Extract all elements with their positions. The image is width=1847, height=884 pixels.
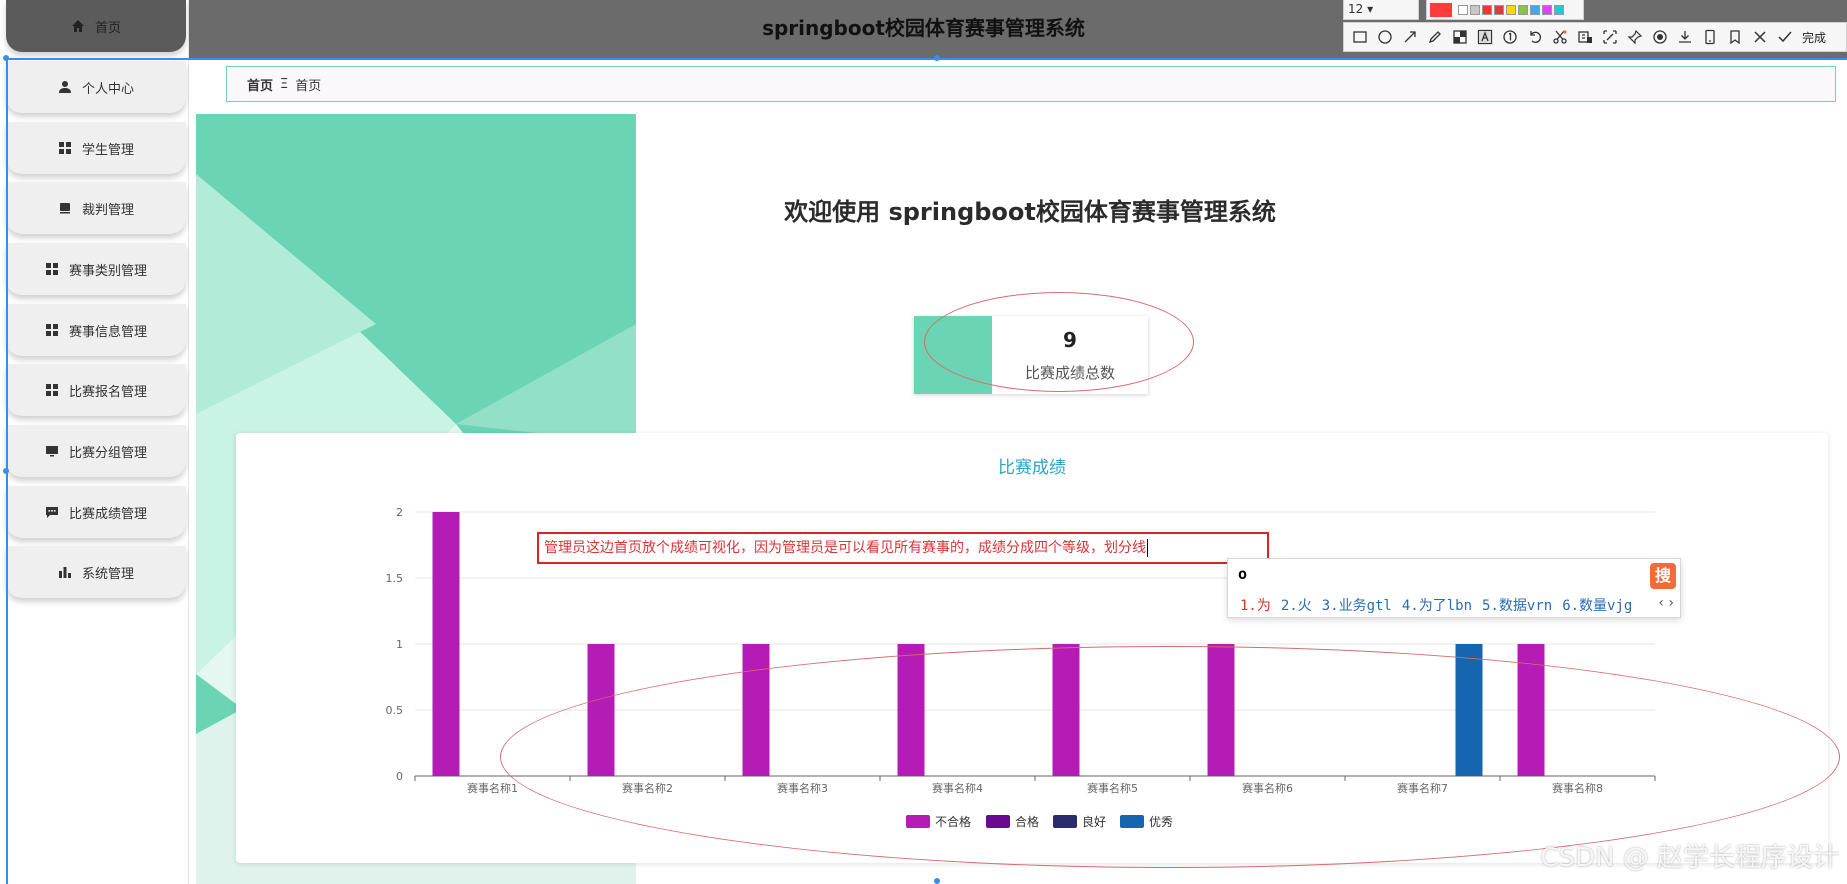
selection-handle[interactable] [934,878,940,884]
color-swatch[interactable] [1506,4,1516,15]
annotation-text: 管理员这边首页放个成绩可视化，因为管理员是可以看见所有赛事的，成绩分成四个等级，… [544,540,1146,556]
y-tick-label: 0.5 [386,704,404,717]
ime-candidates: 1.为 2.火 3.业务gtl 4.为了lbn 5.数据vrn 6.数量vjg [1240,595,1642,615]
ime-candidate[interactable]: 6.数量vjg [1562,598,1632,614]
check-icon[interactable] [1777,29,1793,45]
rect-icon[interactable] [1352,29,1368,45]
undo-icon[interactable] [1527,29,1543,45]
y-tick-label: 1 [396,638,403,651]
pin-icon[interactable] [1627,29,1643,45]
magic-icon[interactable] [1602,29,1618,45]
y-tick-label: 2 [396,506,403,519]
color-swatch[interactable] [1530,4,1540,15]
annotation-text-box[interactable]: 管理员这边首页放个成绩可视化，因为管理员是可以看见所有赛事的，成绩分成四个等级，… [537,532,1269,564]
color-swatch[interactable] [1482,4,1492,15]
pen-icon[interactable] [1427,29,1443,45]
ime-candidate[interactable]: 4.为了lbn [1402,598,1472,614]
scissors-icon[interactable] [1552,29,1568,45]
text-icon[interactable] [1477,29,1493,45]
text-caret [1147,539,1148,557]
selection-handle[interactable] [934,55,940,61]
ime-logo-icon[interactable]: 搜 [1650,563,1676,589]
color-swatch[interactable] [1542,4,1552,15]
selection-handle[interactable] [3,55,9,61]
selection-handle[interactable] [3,468,9,474]
mosaic-icon[interactable] [1452,29,1468,45]
confirm-button[interactable]: 完成 [1802,29,1826,46]
y-tick-label: 1.5 [386,572,404,585]
cancel-icon[interactable] [1752,29,1768,45]
screenshot-toolbar: 完成 [1343,22,1847,52]
phone-icon[interactable] [1702,29,1718,45]
bookmark-icon[interactable] [1727,29,1743,45]
ime-candidate[interactable]: 2.火 [1281,598,1312,614]
ime-page-arrows-icon[interactable]: ‹ › [1658,595,1674,611]
annotation-ellipse-chart [500,646,1840,868]
ime-candidate[interactable]: 1.为 [1240,598,1271,614]
ime-candidate[interactable]: 3.业务gtl [1322,598,1392,614]
ime-candidate-popup: o 搜 1.为 2.火 3.业务gtl 4.为了lbn 5.数据vrn 6.数量vjg ‹… [1227,558,1681,618]
download-icon[interactable] [1677,29,1693,45]
font-size-select[interactable]: 12 ▾ [1343,0,1419,20]
font-size-value: 12 [1348,2,1364,16]
color-swatch[interactable] [1470,4,1480,15]
bar [432,512,460,776]
current-color-swatch[interactable] [1430,2,1452,17]
arrow-icon[interactable] [1402,29,1418,45]
ocr-icon[interactable] [1577,29,1593,45]
color-swatch[interactable] [1458,4,1468,15]
record-icon[interactable] [1652,29,1668,45]
number-icon[interactable] [1502,29,1518,45]
watermark: CSDN @ 赵学长程序设计 [1540,843,1839,873]
color-swatch[interactable] [1554,4,1564,15]
y-tick-label: 0 [396,770,403,783]
ime-candidate[interactable]: 5.数据vrn [1482,598,1552,614]
color-swatch[interactable] [1494,4,1504,15]
ime-composition-text: o [1238,565,1248,583]
color-palette [1426,0,1584,20]
x-tick-label: 赛事名称1 [467,781,518,795]
selection-border-top [6,58,1847,60]
ellipse-icon[interactable] [1377,29,1393,45]
color-swatch[interactable] [1518,4,1528,15]
